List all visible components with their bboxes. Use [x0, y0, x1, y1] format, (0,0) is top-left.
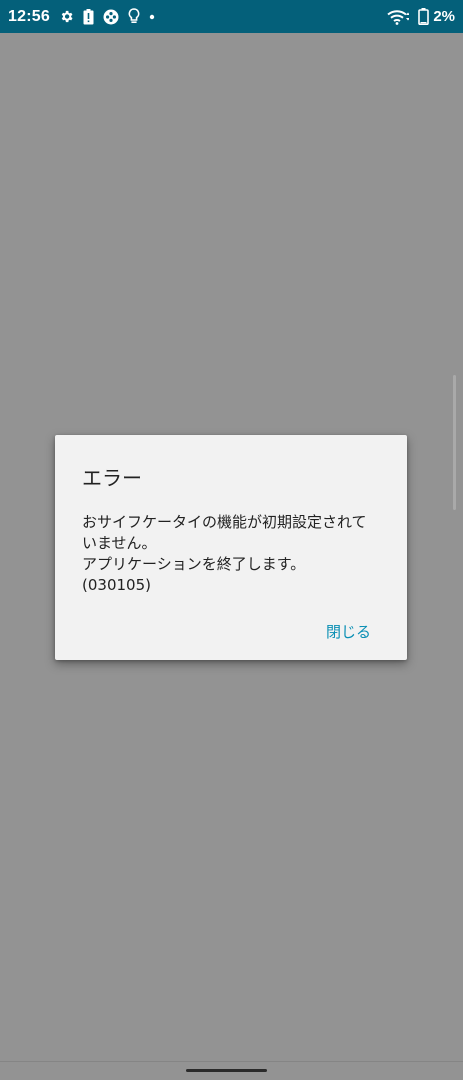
game-controller-icon [103, 9, 119, 25]
settings-gear-icon [59, 9, 74, 24]
dialog-error-code: (030105) [82, 576, 151, 594]
battery-icon [418, 8, 430, 25]
lightbulb-icon [128, 8, 140, 25]
home-gesture-handle[interactable] [186, 1069, 267, 1072]
status-bar: 12:56 2% [0, 0, 463, 33]
error-dialog: エラー おサイフケータイの機能が初期設定されて いません。 アプリケーションを終… [55, 435, 407, 660]
dialog-message-line: アプリケーションを終了します。 [82, 555, 306, 573]
wifi-icon [387, 9, 410, 25]
dialog-title: エラー [82, 466, 142, 490]
notification-dot-icon [149, 14, 155, 20]
dialog-message: おサイフケータイの機能が初期設定されて いません。 アプリケーションを終了します… [82, 512, 382, 596]
battery-percentage: 2% [433, 8, 455, 25]
status-bar-left: 12:56 [8, 8, 155, 26]
battery-alert-icon [83, 8, 94, 25]
status-clock: 12:56 [8, 7, 50, 25]
close-button[interactable]: 閉じる [326, 621, 371, 642]
scroll-indicator[interactable] [453, 375, 456, 510]
navigation-bar-divider [0, 1061, 463, 1062]
dialog-message-line: いません。 [82, 534, 157, 552]
status-bar-right: 2% [378, 8, 455, 25]
dialog-message-line: おサイフケータイの機能が初期設定されて [82, 513, 367, 531]
